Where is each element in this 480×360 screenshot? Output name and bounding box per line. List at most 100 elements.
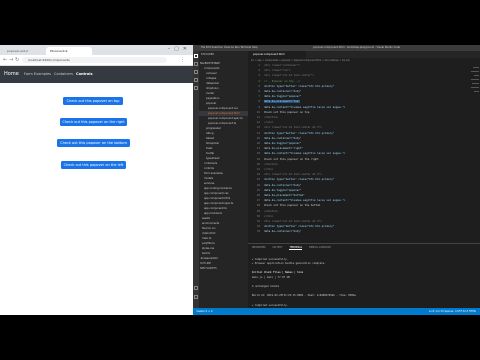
tree-item-label: progressbar xyxy=(206,127,221,130)
code-line: </button> xyxy=(264,209,279,213)
code-line: <div class="col-12 text-center mt-3"> xyxy=(264,126,322,130)
menu-bar[interactable]: File Edit Selection View Go Run Terminal… xyxy=(201,46,258,49)
status-right[interactable]: Ln 8, Col 34 Spaces: 4 UTF-8 LF HTML xyxy=(429,310,476,313)
line-number: 15 xyxy=(256,136,260,140)
vscode-window: File Edit Selection View Go Run Terminal… xyxy=(193,45,480,315)
status-left[interactable]: master 0 ⚠ 0 xyxy=(196,310,213,313)
tree-item-label: rating xyxy=(206,132,214,135)
address-bar: ← → ↻ localhost:4200/components ⋮ xyxy=(0,55,193,66)
url-input[interactable]: localhost:4200/components xyxy=(22,57,167,63)
line-number: 14 xyxy=(256,131,260,135)
tree-item-label: models xyxy=(204,177,214,180)
source-control-icon[interactable] xyxy=(194,70,198,74)
tree-item-label: OUTLINE xyxy=(200,262,211,265)
app-navbar: Home Form Examples Containers Controls xyxy=(0,66,193,83)
tree-item[interactable]: NPM SCRIPTS xyxy=(199,266,248,271)
code-line: data-bs-placement="top" xyxy=(264,100,300,104)
line-number: 5 xyxy=(258,84,260,88)
line-number: 33 xyxy=(256,230,260,234)
browser-tab-1[interactable]: popover-ext-2 xyxy=(3,47,45,55)
line-number: 13 xyxy=(256,126,260,130)
search-icon[interactable] xyxy=(194,62,198,66)
browser-tabstrip: popover-ext-2 Ptvoiceclick –▢✕ xyxy=(0,45,193,55)
tree-item-label: components xyxy=(204,67,220,70)
code-line: data-bs-container="body" xyxy=(264,136,302,140)
code-line: data-bs-placement="right" xyxy=(264,147,304,151)
line-number: 32 xyxy=(256,225,260,229)
nav-link-controls[interactable]: Controls xyxy=(76,72,93,76)
panel-tab-terminal[interactable]: TERMINAL xyxy=(289,246,303,250)
tree-item-label: environments xyxy=(202,222,220,225)
panel-tab-debug-console[interactable]: DEBUG CONSOLE xyxy=(309,246,331,249)
tree-item-label: pagination xyxy=(206,97,220,100)
browser-window: popover-ext-2 Ptvoiceclick –▢✕ ← → ↻ loc… xyxy=(0,45,193,315)
code-line: Check out this popover on the bottom xyxy=(264,204,321,208)
explorer-icon[interactable] xyxy=(194,54,198,58)
code-line: <!-- Popover on top --> xyxy=(264,79,300,83)
code-line: Check out this popover on top xyxy=(264,110,310,114)
tree-item-label: form-examples xyxy=(204,172,223,175)
line-number: 2 xyxy=(258,69,260,73)
tree-item-label: assets xyxy=(202,217,210,220)
popover-top-button[interactable]: Check out this popover on top xyxy=(63,97,123,105)
line-number: 3 xyxy=(258,74,260,78)
menu-icon[interactable]: ⋮ xyxy=(180,57,185,63)
line-number: 30 xyxy=(256,214,260,218)
line-number: 17 xyxy=(256,147,260,151)
code-line: data-bs-content="Vivamus sagittis lacus … xyxy=(264,152,346,156)
extensions-icon[interactable] xyxy=(194,86,198,90)
terminal-line: ✔ Browser application bundle generation … xyxy=(252,262,326,266)
line-number: 1 xyxy=(258,64,260,67)
nav-link-containers[interactable]: Containers xyxy=(54,72,73,76)
popover-bottom-button[interactable]: Check out this popover on the bottom xyxy=(57,139,130,147)
tree-item-label: app.component.html xyxy=(204,197,231,200)
line-number: 4 xyxy=(258,79,260,83)
run-debug-icon[interactable] xyxy=(194,78,198,82)
minimap[interactable] xyxy=(470,63,480,243)
browser-tab-2[interactable]: Ptvoiceclick xyxy=(46,47,92,55)
tree-item-label: app-routing.module.ts xyxy=(204,187,232,190)
tree-item-label: datepicker xyxy=(206,82,220,85)
terminal-line: main.js | main | 77.97 kB xyxy=(252,276,290,279)
account-icon[interactable] xyxy=(194,286,198,290)
window-controls[interactable]: –▢✕ xyxy=(168,46,191,52)
code-line: <button type="button" class="btn btn-pri… xyxy=(264,84,335,88)
code-line: <button type="button" class="btn btn-pri… xyxy=(264,225,335,229)
navbar-brand[interactable]: Home xyxy=(4,71,19,77)
explorer-sidebar: EXPLORER NG-BOOTSTRAP components carousel c… xyxy=(199,51,248,308)
code-line: </button> xyxy=(264,116,279,119)
line-number: 18 xyxy=(256,152,260,156)
tree-item-label: .browserslistrc xyxy=(200,257,219,260)
tree-item-label: controls xyxy=(204,167,214,170)
panel-tab-output[interactable]: OUTPUT xyxy=(272,246,282,249)
back-icon[interactable]: ← xyxy=(3,57,7,63)
line-number: 19 xyxy=(256,157,260,161)
gear-icon[interactable] xyxy=(194,295,198,299)
tree-item-label: main.ts xyxy=(202,237,212,240)
reload-icon[interactable]: ↻ xyxy=(15,57,19,63)
tree-item-label: dropdown xyxy=(206,87,219,90)
tree-item-label: popover.component.spec.ts xyxy=(208,117,243,120)
terminal-line: Build at: 2021-02-23T11:23:15.698Z - Has… xyxy=(252,294,356,298)
editor-tab[interactable]: popover.component.html xyxy=(248,51,306,58)
nav-link-form-examples[interactable]: Form Examples xyxy=(24,72,51,76)
popover-right-button[interactable]: Check out this popover on the right xyxy=(60,118,127,126)
line-number: 23 xyxy=(256,178,260,182)
code-line: <div class="col-12 text-center mt-3"> xyxy=(264,220,322,223)
panel-tab-problems[interactable]: PROBLEMS xyxy=(252,246,266,249)
tree-item-label: NPM SCRIPTS xyxy=(200,267,217,270)
code-line: </button> xyxy=(264,162,279,166)
line-number: 20 xyxy=(256,162,260,166)
code-line: data-bs-content="Vivamus sagittis lacus … xyxy=(264,199,346,203)
code-editor[interactable]: 1 <div class="container"> 2 <div class="ro… xyxy=(248,63,470,243)
tree-item-label: popover.component.ts xyxy=(208,122,237,125)
popover-left-button[interactable]: Check out this popover on the left xyxy=(61,161,126,169)
code-line: data-bs-container="body" xyxy=(264,230,302,234)
status-bar: master 0 ⚠ 0 Ln 8, Col 34 Spaces: 4 UTF-… xyxy=(193,308,480,315)
line-number: 12 xyxy=(256,121,260,125)
forward-icon[interactable]: → xyxy=(9,57,13,63)
code-line: data-bs-container="body" xyxy=(264,90,302,93)
line-number: 6 xyxy=(258,90,260,93)
tree-item-label: styles.css xyxy=(202,247,215,250)
editor-tab-label: popover.component.html xyxy=(253,53,285,56)
